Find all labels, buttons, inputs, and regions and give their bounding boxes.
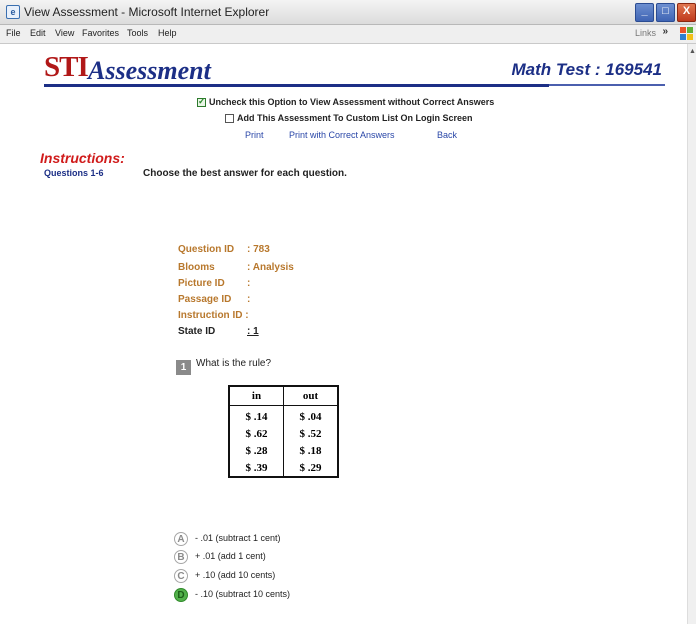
answer-d-text: - .10 (subtract 10 cents)	[195, 589, 291, 599]
browser-window: e View Assessment - Microsoft Internet E…	[0, 0, 696, 624]
menu-edit[interactable]: Edit	[30, 28, 46, 38]
picture-id-label: Picture ID	[178, 278, 225, 289]
answer-a-text: - .01 (subtract 1 cent)	[195, 533, 281, 543]
rule-table: in out $ .14 $ .04 $ .62 $ .52 $ .28 $ .…	[228, 385, 339, 478]
table-cell-in: $ .14	[228, 405, 284, 425]
answer-b-bubble[interactable]: B	[174, 550, 188, 564]
close-button[interactable]: X	[677, 3, 696, 22]
table-header-out: out	[283, 385, 339, 406]
window-title: View Assessment - Microsoft Internet Exp…	[24, 5, 270, 19]
table-cell-out: $ .29	[283, 459, 339, 477]
scroll-up-icon[interactable]: ▲	[689, 48, 696, 55]
table-cell-out: $ .52	[283, 425, 339, 442]
show-answers-checkbox[interactable]	[197, 96, 206, 107]
vertical-scrollbar[interactable]: ▲	[687, 44, 696, 624]
custom-list-checkbox[interactable]	[225, 114, 234, 123]
question-id-label: Question ID	[178, 244, 235, 255]
sti-logo: STI	[44, 51, 89, 83]
table-cell-in: $ .62	[228, 425, 284, 442]
answer-d-bubble-correct[interactable]: D	[174, 588, 188, 602]
passage-id-label: Passage ID	[178, 294, 232, 305]
blooms-label: Blooms	[178, 262, 215, 273]
menu-file[interactable]: File	[6, 28, 21, 38]
picture-id-value: :	[247, 278, 251, 289]
back-link[interactable]: Back	[437, 130, 457, 140]
question-number-badge: 1	[176, 360, 191, 375]
menu-tools[interactable]: Tools	[127, 28, 148, 38]
menu-favorites[interactable]: Favorites	[82, 28, 119, 38]
answer-a-bubble[interactable]: A	[174, 532, 188, 546]
question-range: Questions 1-6	[44, 168, 104, 178]
table-row: $ .39 $ .29	[228, 459, 339, 477]
answer-c-text: + .10 (add 10 cents)	[195, 570, 276, 580]
header-divider-thin	[549, 84, 665, 86]
minimize-button[interactable]: _	[635, 3, 654, 22]
assessment-logo-text: Assessment	[88, 56, 211, 85]
answer-c-bubble[interactable]: C	[174, 569, 188, 583]
links-toolbar[interactable]: Links	[635, 28, 656, 38]
table-cell-in: $ .39	[228, 459, 284, 477]
passage-id-value: :	[247, 294, 251, 305]
ie-icon: e	[6, 5, 20, 19]
table-row: $ .62 $ .52	[228, 425, 339, 442]
table-row: $ .14 $ .04	[228, 405, 339, 425]
menu-view[interactable]: View	[55, 28, 74, 38]
instructions-heading: Instructions:	[40, 150, 125, 166]
table-header-in: in	[228, 385, 284, 406]
sti-logo-text: STI	[44, 51, 89, 83]
question-text: What is the rule?	[196, 358, 272, 369]
maximize-button[interactable]: □	[656, 3, 675, 22]
windows-logo-icon	[680, 27, 694, 41]
state-id-link[interactable]: : 1	[247, 326, 259, 337]
blooms-value: : Analysis	[247, 262, 294, 273]
chevron-icon[interactable]: »	[662, 26, 668, 37]
table-cell-in: $ .28	[228, 442, 284, 459]
test-title: Math Test : 169541	[511, 60, 662, 79]
custom-list-label: Add This Assessment To Custom List On Lo…	[237, 113, 473, 123]
menu-help[interactable]: Help	[158, 28, 177, 38]
window-controls: _ □ X	[635, 3, 696, 22]
instructions-text: Choose the best answer for each question…	[143, 168, 347, 179]
menu-bar: File Edit View Favorites Tools Help Link…	[0, 25, 696, 44]
table-cell-out: $ .04	[283, 405, 339, 425]
table-cell-out: $ .18	[283, 442, 339, 459]
answer-b-text: + .01 (add 1 cent)	[195, 551, 266, 561]
header-divider	[44, 84, 549, 87]
table-row: $ .28 $ .18	[228, 442, 339, 459]
instruction-id-label: Instruction ID :	[178, 310, 249, 321]
question-id-value: : 783	[247, 244, 270, 255]
show-answers-label: Uncheck this Option to View Assessment w…	[209, 97, 495, 107]
print-link[interactable]: Print	[245, 130, 264, 140]
title-bar: e View Assessment - Microsoft Internet E…	[0, 0, 696, 25]
state-id-label: State ID	[178, 326, 216, 337]
print-with-answers-link[interactable]: Print with Correct Answers	[289, 130, 395, 140]
